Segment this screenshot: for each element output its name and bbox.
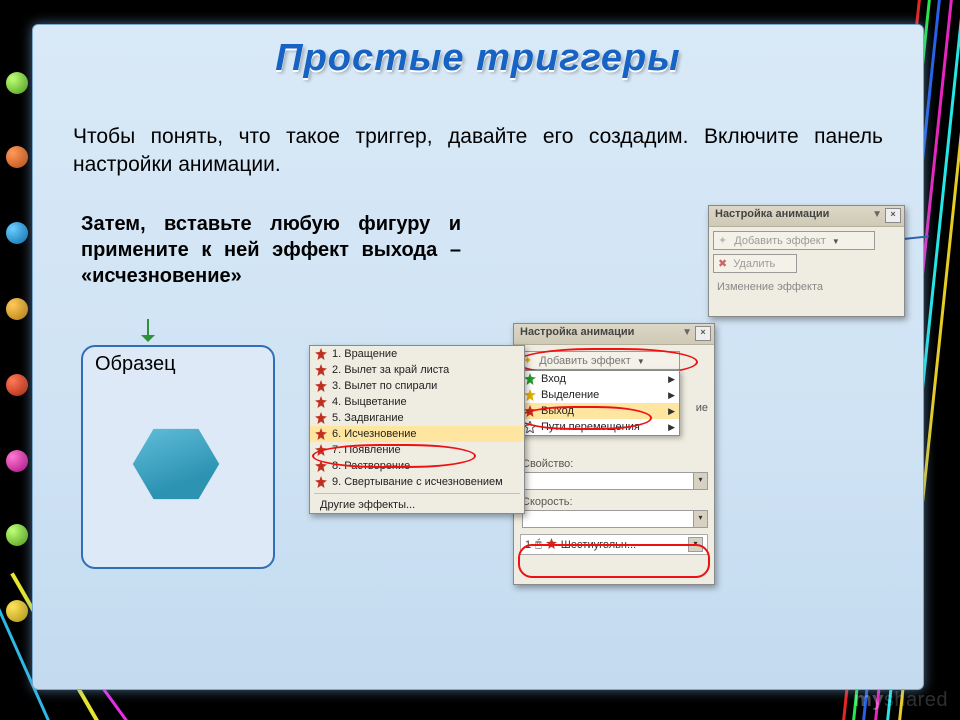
animation-panel-small: Настройка анимации ▼ × ✦ Добавить эффект… (708, 205, 905, 317)
star-green-icon (524, 373, 536, 385)
submenu-motion[interactable]: Пути перемещения▶ (519, 419, 679, 435)
star-red-icon (315, 476, 327, 488)
watermark: myshared (854, 689, 948, 712)
cutoff-text: ие (696, 402, 708, 414)
add-effect-button-disabled: ✦ Добавить эффект ▼ (713, 231, 875, 250)
star-yellow-icon (524, 389, 536, 401)
effect-item[interactable]: 2. Вылет за край листа (310, 362, 524, 378)
submenu-exit[interactable]: Выход▶ (519, 403, 679, 419)
hexagon-shape (131, 425, 221, 503)
effect-list-item[interactable]: 1 🖱 Шестиугольн... ▾ (520, 534, 708, 555)
star-red-icon (524, 405, 536, 417)
close-icon[interactable]: × (885, 208, 901, 223)
panel-titlebar: Настройка анимации ▼ × (709, 206, 904, 227)
star-red-icon (546, 538, 557, 552)
star-outline-icon (524, 421, 536, 433)
star-red-icon (315, 460, 327, 472)
slide-title: Простые триггеры (33, 37, 923, 80)
slide-body: Простые триггеры Чтобы понять, что такое… (32, 24, 924, 690)
submenu-enter[interactable]: Вход▶ (519, 371, 679, 387)
sample-label: Образец (95, 353, 176, 376)
star-red-icon (315, 364, 327, 376)
effect-index: 1 (525, 539, 531, 551)
effect-item[interactable]: 8. Растворение (310, 458, 524, 474)
animation-panel-main: Настройка анимации ▼ × ✦ Добавить эффект… (513, 323, 715, 585)
effect-item[interactable]: 3. Вылет по спирали (310, 378, 524, 394)
effect-name: Шестиугольн... (561, 539, 636, 551)
pin-icon[interactable]: ▼ (682, 327, 692, 338)
delete-button-disabled: ✖ Удалить (713, 254, 797, 273)
panel-titlebar: Настройка анимации ▼ × (514, 324, 714, 345)
menu-separator (314, 493, 520, 494)
star-red-icon (315, 444, 327, 456)
close-icon[interactable]: × (695, 326, 711, 341)
speed-combo[interactable]: ▾ (522, 510, 708, 528)
effect-item[interactable]: 7. Появление (310, 442, 524, 458)
submenu-emphasis[interactable]: Выделение▶ (519, 387, 679, 403)
property-combo[interactable]: ▾ (522, 472, 708, 490)
pin-icon[interactable]: ▼ (872, 209, 882, 220)
property-label: Свойство: (522, 458, 708, 470)
mouse-icon: 🖱 (535, 538, 542, 551)
add-effect-submenu: Вход▶ Выделение▶ Выход▶ Пути перемещения… (518, 370, 680, 436)
paragraph-2: Затем, вставьте любую фигуру и примените… (81, 211, 461, 289)
star-red-icon (315, 396, 327, 408)
panel-title: Настройка анимации (520, 326, 634, 338)
speed-label: Скорость: (522, 496, 708, 508)
star-red-icon (315, 348, 327, 360)
effect-item[interactable]: 5. Задвигание (310, 410, 524, 426)
add-effect-button[interactable]: ✦ Добавить эффект ▼ (518, 351, 680, 370)
sample-box: Образец (81, 345, 275, 569)
arrow-down-icon (141, 319, 155, 345)
effect-item-selected[interactable]: 6. Исчезновение (310, 426, 524, 442)
paragraph-1: Чтобы понять, что такое триггер, давайте… (73, 123, 883, 180)
star-red-icon (315, 380, 327, 392)
change-effect-hint: Изменение эффекта (717, 281, 898, 293)
delete-icon: ✖ (718, 258, 727, 270)
star-icon: ✦ (718, 235, 727, 247)
effect-item[interactable]: 1. Вращение (310, 346, 524, 362)
star-red-icon (315, 412, 327, 424)
star-red-icon (315, 428, 327, 440)
exit-effects-menu: 1. Вращение 2. Вылет за край листа 3. Вы… (309, 345, 525, 514)
effect-item[interactable]: 4. Выцветание (310, 394, 524, 410)
panel-title: Настройка анимации (715, 208, 829, 220)
more-effects-item[interactable]: Другие эффекты... (310, 497, 524, 513)
effect-item[interactable]: 9. Свертывание с исчезновением (310, 474, 524, 490)
dropdown-icon[interactable]: ▾ (688, 537, 703, 552)
